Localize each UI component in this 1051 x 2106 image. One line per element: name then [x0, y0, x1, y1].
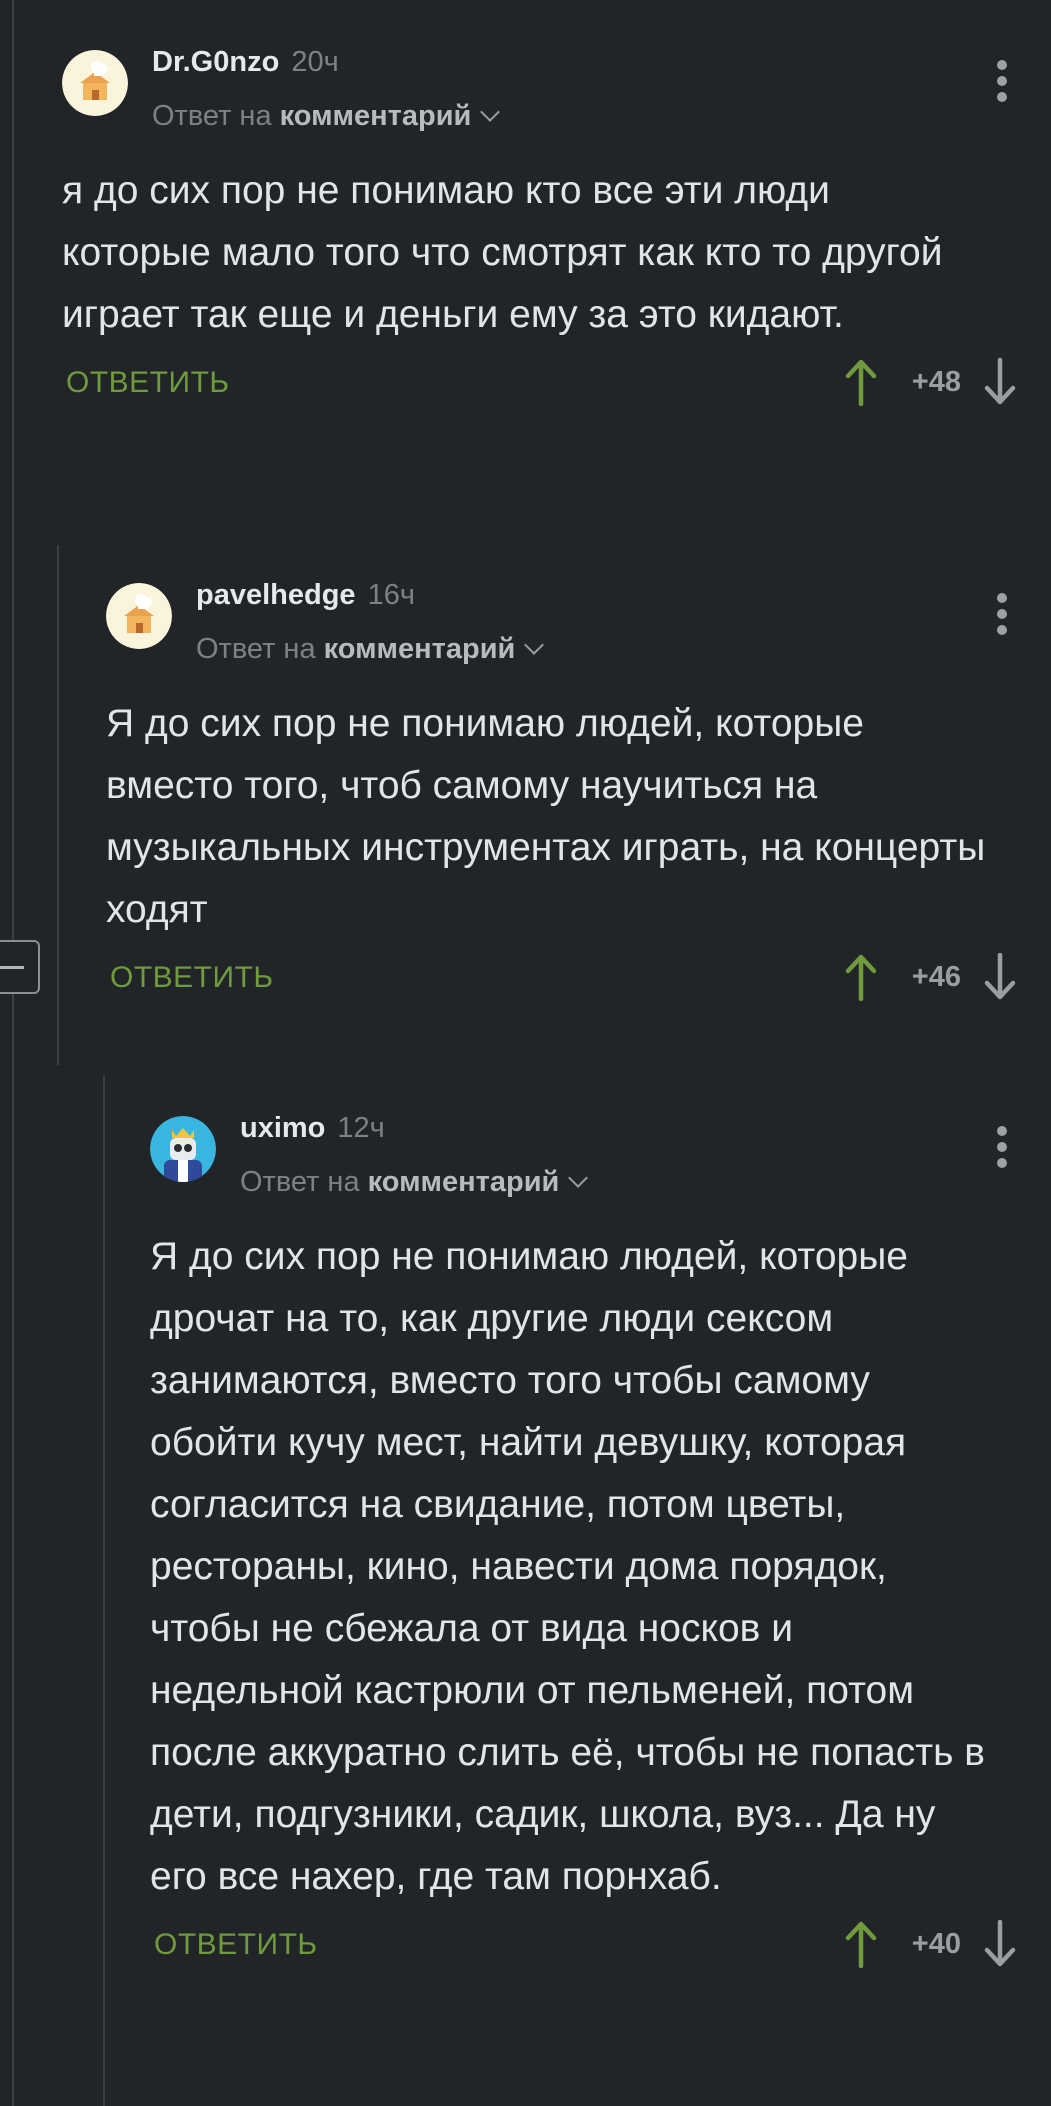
reply-button[interactable]: ОТВЕТИТЬ: [110, 961, 274, 995]
arrow-down-icon[interactable]: [983, 953, 1017, 1001]
vote-controls: +46: [844, 949, 1017, 1005]
author-label[interactable]: uximo: [240, 1112, 325, 1144]
arrow-down-icon[interactable]: [983, 1920, 1017, 1968]
author-label[interactable]: Dr.G0nzo: [152, 46, 279, 78]
vote-controls: +40: [844, 1916, 1017, 1972]
arrow-up-icon[interactable]: [844, 953, 878, 1001]
comment-text: Я до сих пор не понимаю людей, которые д…: [150, 1235, 986, 1898]
reply-to-prefix: Ответ на: [196, 633, 316, 665]
author-name[interactable]: pavelhedge 16ч: [196, 579, 415, 612]
avatar[interactable]: [150, 1116, 216, 1182]
chevron-down-icon[interactable]: [480, 102, 501, 122]
more-options-button[interactable]: [997, 1126, 1007, 1172]
score: +40: [911, 1927, 961, 1960]
collapse-thread-button[interactable]: [0, 940, 40, 994]
thread-line-level-1: [57, 545, 59, 1065]
arrow-down-icon[interactable]: [983, 358, 1017, 406]
reply-button[interactable]: ОТВЕТИТЬ: [66, 366, 230, 400]
comment-time: 16ч: [367, 579, 415, 611]
chef-house-icon: [106, 583, 172, 649]
more-vertical-icon: [997, 1126, 1007, 1136]
chevron-down-icon[interactable]: [568, 1168, 589, 1188]
more-vertical-icon: [997, 593, 1007, 603]
reply-to[interactable]: Ответ на комментарий: [196, 633, 545, 666]
chevron-down-icon[interactable]: [524, 635, 545, 655]
avatar[interactable]: [106, 583, 172, 649]
reply-to-prefix: Ответ на: [152, 100, 272, 132]
comment: pavelhedge 16ч Ответ на комментарий Я до …: [106, 579, 1051, 1021]
score: +48: [911, 365, 961, 398]
author-name[interactable]: Dr.G0nzo 20ч: [152, 46, 339, 79]
crowned-robot-icon: [150, 1116, 216, 1182]
comment-text: я до сих пор не понимаю кто все эти люди…: [62, 169, 943, 336]
thread-line-level-2: [103, 1075, 105, 2106]
more-vertical-icon: [997, 60, 1007, 70]
author-label[interactable]: pavelhedge: [196, 579, 356, 611]
reply-to-link[interactable]: комментарий: [280, 100, 472, 132]
comment-time: 12ч: [337, 1112, 385, 1144]
vote-controls: +48: [844, 354, 1017, 410]
reply-to-prefix: Ответ на: [240, 1166, 360, 1198]
comment: Dr.G0nzo 20ч Ответ на комментарий я до си…: [62, 46, 1051, 426]
comment-time: 20ч: [291, 46, 339, 78]
more-options-button[interactable]: [997, 60, 1007, 106]
score: +46: [911, 960, 961, 993]
reply-to[interactable]: Ответ на комментарий: [240, 1166, 589, 1199]
avatar[interactable]: [62, 50, 128, 116]
author-name[interactable]: uximo 12ч: [240, 1112, 385, 1145]
reply-to-link[interactable]: комментарий: [324, 633, 516, 665]
reply-button[interactable]: ОТВЕТИТЬ: [154, 1928, 318, 1962]
more-options-button[interactable]: [997, 593, 1007, 639]
comment: uximo 12ч Ответ на комментарий Я до сих п…: [150, 1112, 1051, 1988]
reply-to-link[interactable]: комментарий: [368, 1166, 560, 1198]
chef-house-icon: [62, 50, 128, 116]
thread-line-level-0: [12, 0, 14, 2106]
comment-text: Я до сих пор не понимаю людей, которые в…: [106, 702, 986, 931]
reply-to[interactable]: Ответ на комментарий: [152, 100, 501, 133]
arrow-up-icon[interactable]: [844, 1920, 878, 1968]
arrow-up-icon[interactable]: [844, 358, 878, 406]
